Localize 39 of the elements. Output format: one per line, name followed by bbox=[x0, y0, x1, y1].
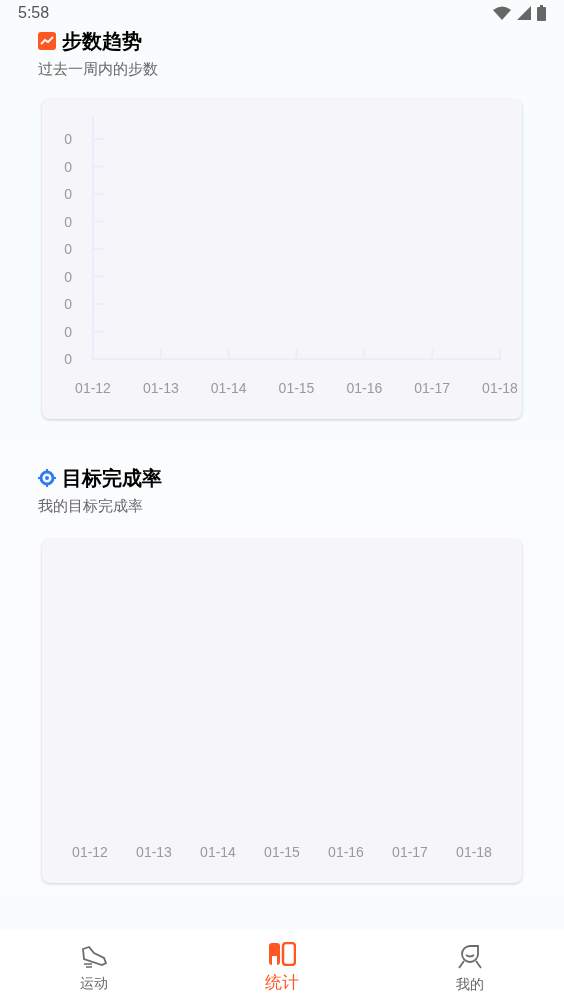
axis-label: 0 bbox=[64, 350, 72, 367]
section-subtitle: 过去一周内的步数 bbox=[38, 59, 159, 79]
section-title: 目标完成率 bbox=[62, 465, 162, 491]
axis-label: 01-12 bbox=[72, 844, 108, 860]
axis-label: 01-17 bbox=[414, 379, 451, 396]
axis-label: 01-14 bbox=[210, 379, 247, 396]
axis-label: 0 bbox=[64, 185, 72, 202]
section-title: 步数趋势 bbox=[62, 29, 142, 54]
wifi-icon bbox=[493, 6, 511, 20]
axis-label: 01-16 bbox=[346, 379, 383, 396]
signal-icon bbox=[517, 6, 531, 20]
axis-label: 0 bbox=[64, 213, 72, 229]
nav-tab[interactable]: 运动 bbox=[0, 940, 188, 994]
axis-label: 0 bbox=[64, 240, 72, 257]
axis-label: 01-12 bbox=[75, 379, 111, 396]
axis-label: 01-17 bbox=[392, 844, 428, 860]
bar-chart-icon bbox=[268, 942, 296, 967]
axis-label: 01-15 bbox=[278, 379, 315, 396]
axis-label: 01-13 bbox=[136, 844, 172, 860]
target-icon bbox=[38, 468, 56, 487]
axis-label: 0 bbox=[64, 158, 72, 174]
section-subtitle: 我的目标完成率 bbox=[38, 495, 144, 516]
axis-label: 0 bbox=[64, 130, 72, 147]
status-time: 5:58 bbox=[18, 3, 50, 23]
person-icon bbox=[456, 943, 484, 970]
battery-icon bbox=[537, 5, 546, 21]
axis-label: 01-16 bbox=[328, 844, 364, 860]
shoe-icon bbox=[80, 944, 108, 969]
axis-label: 01-14 bbox=[200, 844, 236, 860]
axis-label: 0 bbox=[64, 268, 72, 284]
nav-tab[interactable]: 统计 bbox=[188, 938, 376, 996]
axis-label: 0 bbox=[64, 323, 72, 339]
trend-icon bbox=[38, 32, 56, 50]
axis-label: 01-18 bbox=[482, 379, 518, 396]
axis-label: 01-15 bbox=[264, 844, 300, 860]
axis-label: 01-18 bbox=[456, 844, 492, 860]
axis-label: 0 bbox=[64, 295, 72, 312]
nav-tab[interactable]: 我的 bbox=[376, 939, 564, 995]
axis-label: 01-13 bbox=[142, 379, 179, 396]
